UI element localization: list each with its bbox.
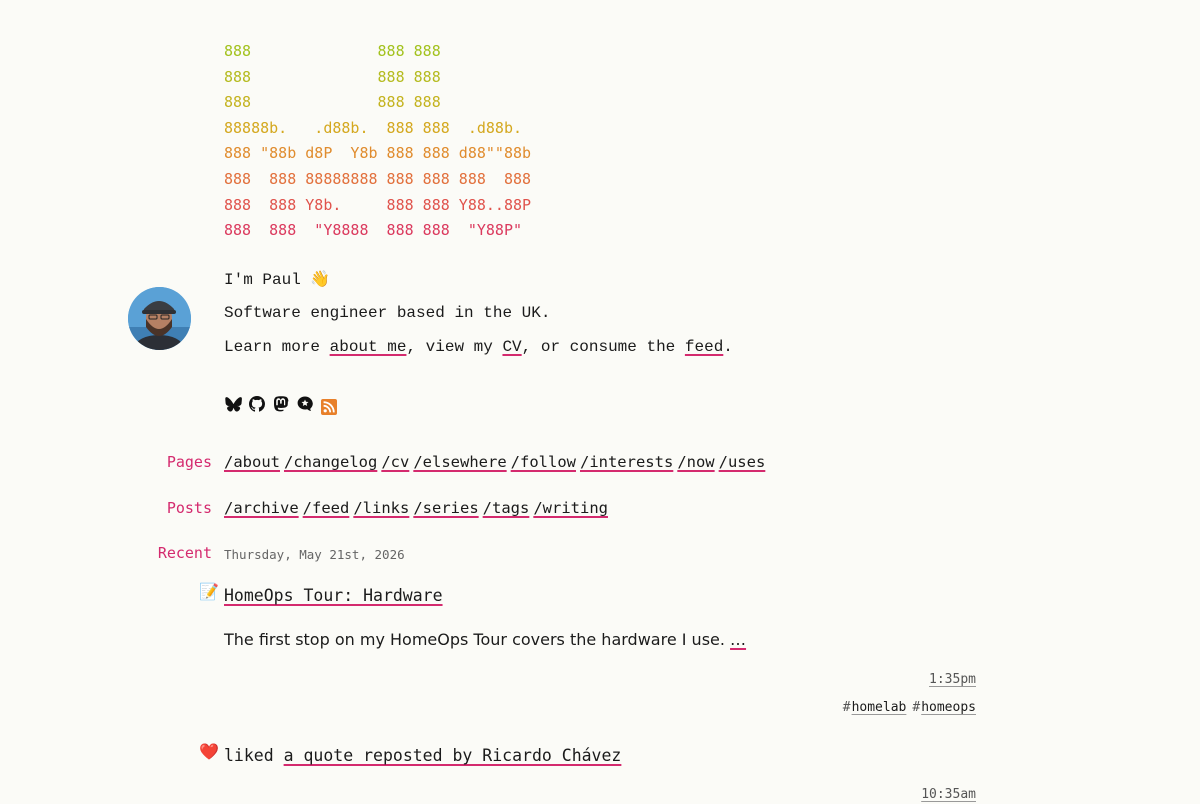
ascii-banner: 888 888 888 888 888 888 888 888 888 88888b.… [224, 39, 531, 244]
liked-quote-link[interactable]: a quote reposted by Ricardo Chávez [284, 746, 622, 765]
mastodon-icon[interactable] [272, 395, 290, 413]
page-link-cv[interactable]: /cv [381, 452, 409, 472]
page-link-follow[interactable]: /follow [511, 452, 576, 472]
avatar [128, 287, 191, 350]
learn-mid1: , view my [406, 338, 503, 356]
like-entry: liked a quote reposted by Ricardo Chávez [224, 745, 621, 767]
post-tags: #homelab #homeops [843, 699, 976, 717]
hash-icon: # [912, 700, 921, 715]
like-time-link[interactable]: 10:35am [921, 786, 976, 804]
post-link-feed[interactable]: /feed [303, 498, 350, 518]
read-more-link[interactable]: … [730, 630, 746, 649]
feed-link[interactable]: feed [685, 338, 723, 356]
tag-item: #homeops [912, 699, 976, 717]
pages-nav: /about /changelog /cv /elsewhere /follow… [224, 452, 765, 472]
page-link-changelog[interactable]: /changelog [284, 452, 377, 472]
intro-tagline: Software engineer based in the UK. [224, 304, 551, 322]
post-time-link[interactable]: 1:35pm [929, 671, 976, 689]
post-link-links[interactable]: /links [353, 498, 409, 518]
micro-blog-icon[interactable] [296, 395, 314, 413]
post-link-series[interactable]: /series [413, 498, 478, 518]
tag-link-homeops[interactable]: homeops [921, 700, 976, 715]
cv-link[interactable]: CV [502, 338, 521, 356]
hash-icon: # [842, 700, 851, 715]
posts-nav: /archive /feed /links /series /tags /wri… [224, 498, 608, 518]
learn-suffix: . [723, 338, 733, 356]
banner-line: 888 888 888 [224, 67, 441, 86]
recent-label: Recent [157, 544, 212, 562]
banner-line: 88888b. .d88b. 888 888 .d88b. [224, 118, 523, 137]
post-link-archive[interactable]: /archive [224, 498, 299, 518]
posts-label: Posts [166, 499, 212, 517]
page-link-elsewhere[interactable]: /elsewhere [413, 452, 506, 472]
tag-link-homelab[interactable]: homelab [852, 700, 907, 715]
page-link-now[interactable]: /now [677, 452, 714, 472]
github-icon[interactable] [248, 395, 266, 413]
page-link-about[interactable]: /about [224, 452, 280, 472]
intro-learn-more: Learn more about me, view my CV, or cons… [224, 337, 733, 357]
post-title-link[interactable]: HomeOps Tour: Hardware [224, 585, 443, 607]
learn-mid2: , or consume the [521, 338, 685, 356]
avatar-image [128, 287, 191, 350]
about-me-link[interactable]: about me [330, 338, 407, 356]
banner-line: 888 "88b d8P Y8b 888 888 d88""88b [224, 144, 532, 163]
post-summary-text: The first stop on my HomeOps Tour covers… [224, 630, 731, 649]
intro-greeting: I'm Paul 👋 [224, 271, 331, 289]
recent-date: Thursday, May 21st, 2026 [224, 547, 405, 562]
page-link-uses[interactable]: /uses [719, 452, 766, 472]
like-prefix: liked [224, 746, 284, 765]
banner-line: 888 888 88888888 888 888 888 888 [224, 169, 532, 188]
learn-prefix: Learn more [224, 338, 330, 356]
bluesky-icon[interactable] [224, 395, 242, 413]
banner-line: 888 888 888 [224, 42, 441, 60]
post-summary: The first stop on my HomeOps Tour covers… [224, 629, 746, 651]
banner-line: 888 888 "Y8888 888 888 "Y88P" [224, 221, 523, 240]
pages-label: Pages [166, 453, 212, 471]
rss-icon[interactable] [320, 398, 338, 416]
post-link-tags[interactable]: /tags [483, 498, 530, 518]
banner-line: 888 888 Y8b. 888 888 Y88..88P [224, 195, 532, 214]
post-link-writing[interactable]: /writing [533, 498, 608, 518]
memo-icon: 📝 [199, 584, 219, 602]
social-links [224, 393, 338, 415]
page-link-interests[interactable]: /interests [580, 452, 673, 472]
tag-item: #homelab [843, 699, 907, 717]
banner-line: 888 888 888 [224, 93, 441, 112]
heart-icon: ❤️ [199, 744, 219, 762]
